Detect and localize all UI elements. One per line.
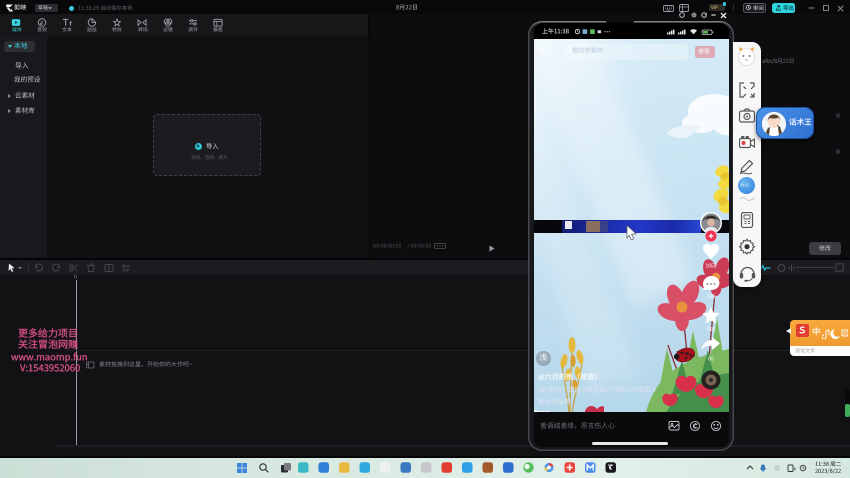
- svg-text:339: 339: [706, 295, 715, 301]
- svg-text:565: 565: [706, 327, 715, 333]
- svg-text:1653: 1653: [705, 264, 716, 270]
- svg-text:65: 65: [708, 357, 714, 363]
